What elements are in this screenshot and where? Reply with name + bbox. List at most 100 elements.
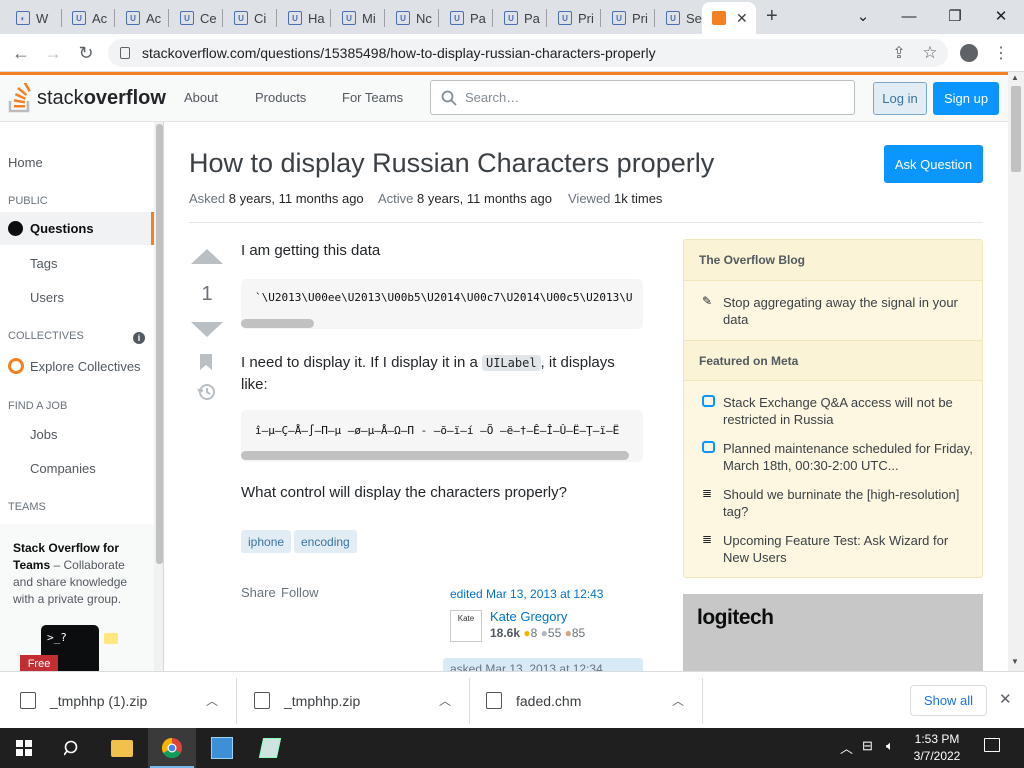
bookmark-icon[interactable]: [199, 353, 213, 371]
download-item[interactable]: _tmphhp (1).zip: [20, 672, 147, 729]
editor-avatar[interactable]: Kate: [450, 610, 482, 642]
login-button[interactable]: Log in: [873, 82, 927, 115]
advertisement[interactable]: logitech: [683, 594, 983, 671]
search-taskbar-button[interactable]: [48, 728, 96, 768]
tab[interactable]: ◐ W: [6, 5, 56, 31]
search-input[interactable]: Search…: [430, 80, 855, 115]
tab[interactable]: U Se: [656, 5, 702, 31]
nav-for-teams[interactable]: For Teams: [342, 90, 403, 105]
shield-favicon-icon: U: [342, 11, 356, 25]
tab[interactable]: U Ha: [278, 5, 330, 31]
sidebar-scrollbar-thumb[interactable]: [156, 124, 163, 564]
sidebar-section-public: PUBLIC: [8, 195, 48, 207]
globe-icon: [8, 221, 23, 236]
tag-encoding[interactable]: encoding: [294, 530, 357, 553]
stackoverflow-logo[interactable]: stack overflow: [8, 81, 166, 115]
meta-item[interactable]: Planned maintenance scheduled for Friday…: [723, 440, 973, 474]
tab[interactable]: U Pa: [494, 5, 546, 31]
bookmark-star-icon[interactable]: ☆: [919, 42, 941, 64]
download-item[interactable]: _tmphhp.zip: [254, 672, 360, 729]
follow-link[interactable]: Follow: [281, 585, 319, 600]
tab[interactable]: U Mi: [332, 5, 384, 31]
tab[interactable]: U Ce: [170, 5, 222, 31]
close-window-button[interactable]: ✕: [978, 4, 1024, 28]
profile-avatar-icon[interactable]: [958, 42, 980, 64]
volume-icon[interactable]: 🔈︎: [886, 738, 894, 754]
shield-favicon-icon: U: [180, 11, 194, 25]
code-scrollbar-thumb[interactable]: [241, 319, 314, 328]
address-bar[interactable]: stackoverflow.com/questions/15385498/how…: [108, 39, 948, 67]
sidebar-item-jobs[interactable]: Jobs: [30, 427, 57, 442]
start-button[interactable]: [0, 728, 48, 768]
code-scrollbar-thumb[interactable]: [241, 451, 629, 460]
asked-meta: Asked 8 years, 11 months ago: [189, 191, 364, 206]
signup-button[interactable]: Sign up: [933, 82, 999, 115]
sidebar-item-explore-collectives[interactable]: Explore Collectives: [30, 359, 141, 374]
upvote-button[interactable]: [191, 249, 223, 264]
close-downloads-icon[interactable]: ✕: [999, 690, 1012, 708]
meta-item[interactable]: Should we burninate the [high-resolution…: [723, 486, 973, 520]
shield-favicon-icon: U: [72, 11, 86, 25]
share-icon[interactable]: ⇪: [888, 42, 910, 64]
show-all-button[interactable]: Show all: [910, 685, 987, 716]
question-title[interactable]: How to display Russian Characters proper…: [189, 148, 714, 179]
forward-button[interactable]: →: [42, 42, 64, 64]
shield-favicon-icon: U: [396, 11, 410, 25]
maximize-button[interactable]: ❐: [932, 4, 978, 28]
menu-kebab-icon[interactable]: ⋮: [990, 42, 1012, 64]
minimize-button[interactable]: —: [886, 4, 932, 28]
chrome-icon[interactable]: [148, 728, 196, 768]
chevron-up-icon[interactable]: ︿: [672, 692, 684, 709]
meta-item[interactable]: Stack Exchange Q&A access will not be re…: [723, 394, 973, 428]
new-tab-button[interactable]: +: [766, 5, 778, 28]
downvote-button[interactable]: [191, 322, 223, 337]
tab[interactable]: U Ac: [62, 5, 114, 31]
close-tab-icon[interactable]: ✕: [736, 10, 748, 27]
info-icon[interactable]: i: [133, 332, 145, 344]
page-scrollbar-thumb[interactable]: [1011, 86, 1021, 172]
tab[interactable]: U Nc: [386, 5, 438, 31]
share-link[interactable]: Share: [241, 585, 276, 600]
edited-link[interactable]: edited Mar 13, 2013 at 12:43: [450, 587, 603, 601]
tag-iphone[interactable]: iphone: [241, 530, 292, 553]
nav-about[interactable]: About: [184, 90, 218, 105]
editor-name-link[interactable]: Kate Gregory: [490, 609, 567, 624]
divider: [189, 222, 983, 223]
download-item[interactable]: faded.chm: [486, 672, 581, 729]
app-icon[interactable]: [198, 728, 246, 768]
notification-icon[interactable]: [984, 738, 1000, 752]
tab[interactable]: U Pri: [548, 5, 600, 31]
chevron-up-tray-icon[interactable]: ︿: [840, 738, 853, 757]
network-icon[interactable]: ⊟: [862, 738, 873, 754]
sidebar-item-companies[interactable]: Companies: [30, 461, 96, 476]
tab-search-icon[interactable]: ⌄: [840, 4, 886, 28]
search-icon: [441, 90, 457, 106]
scroll-up-arrow-icon[interactable]: ▲: [1011, 73, 1019, 82]
history-icon[interactable]: [197, 383, 216, 401]
file-explorer-icon[interactable]: [98, 728, 146, 768]
sidebar-item-questions[interactable]: Questions: [0, 212, 154, 245]
tab[interactable]: U Ci: [224, 5, 276, 31]
back-button[interactable]: ←: [10, 42, 32, 64]
scroll-down-arrow-icon[interactable]: ▼: [1011, 657, 1019, 666]
chevron-up-icon[interactable]: ︿: [439, 692, 451, 709]
app-icon[interactable]: [246, 728, 294, 768]
tab[interactable]: U Ac: [116, 5, 168, 31]
sidebar-item-home[interactable]: Home: [8, 155, 43, 170]
reload-button[interactable]: ↻: [75, 42, 97, 64]
sidebar-item-users[interactable]: Users: [30, 290, 64, 305]
sidebar-item-tags[interactable]: Tags: [30, 256, 57, 271]
tab-active-stackoverflow[interactable]: ✕: [702, 2, 756, 34]
chat-bubble-icon: [104, 633, 118, 644]
meta-item[interactable]: Upcoming Feature Test: Ask Wizard for Ne…: [723, 532, 973, 566]
clock[interactable]: 1:53 PM 3/7/2022: [906, 731, 968, 765]
nav-products[interactable]: Products: [255, 90, 306, 105]
tab[interactable]: U Pri: [602, 5, 654, 31]
blog-item[interactable]: Stop aggregating away the signal in your…: [723, 294, 973, 328]
meta-bubble-icon: [702, 441, 715, 453]
shield-favicon-icon: U: [126, 11, 140, 25]
chevron-up-icon[interactable]: ︿: [206, 692, 218, 709]
shield-favicon-icon: U: [612, 11, 626, 25]
tab[interactable]: U Pa: [440, 5, 492, 31]
ask-question-button[interactable]: Ask Question: [884, 145, 983, 183]
